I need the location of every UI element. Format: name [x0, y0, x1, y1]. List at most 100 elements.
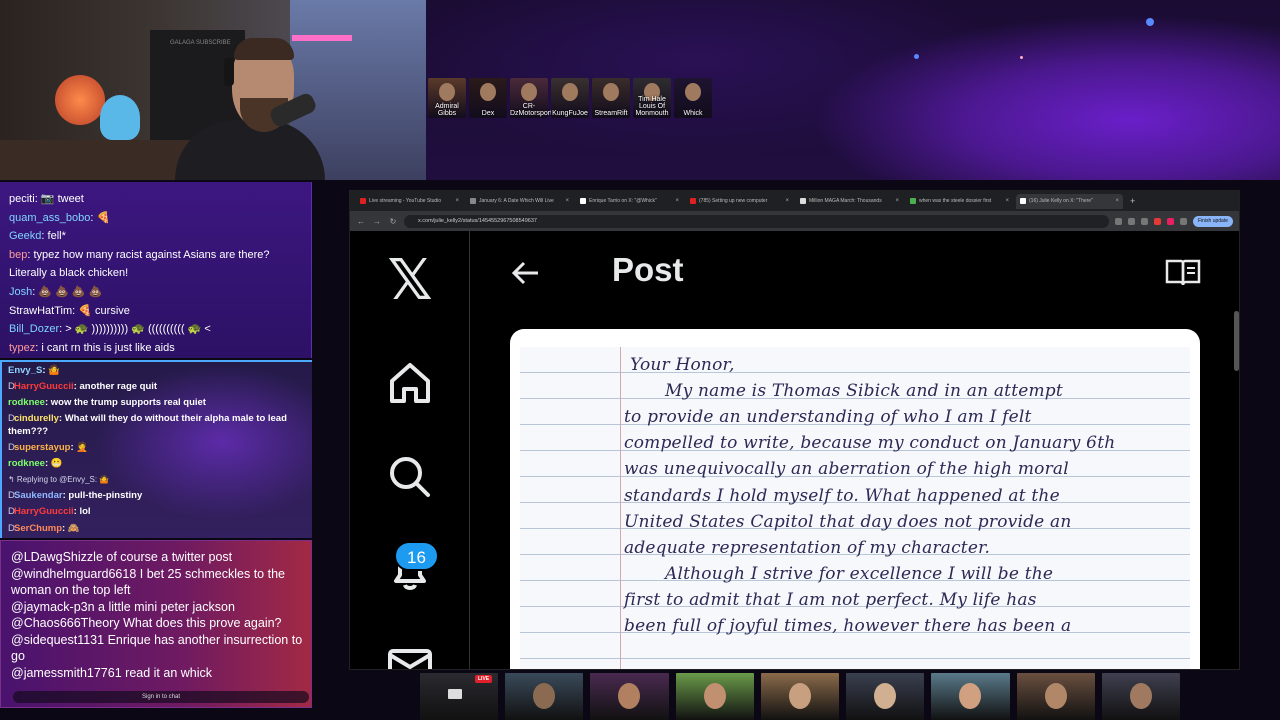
messages-mail-icon[interactable]: [386, 641, 434, 669]
chat-username[interactable]: @jaymack-p3n: [11, 600, 95, 614]
chat-message-text: of course a twitter post: [106, 550, 233, 564]
stream-thumbnail[interactable]: [505, 673, 584, 720]
stream-thumbnail[interactable]: [931, 673, 1010, 720]
stream-thumbnail[interactable]: LIVE: [420, 673, 499, 720]
chat-message: Josh: 💩 💩 💩 💩: [9, 285, 103, 298]
chat-message-text: typez how many racist against Asians are…: [33, 248, 270, 261]
browser-tab[interactable]: Enrique Tarrio on X: "@Whick" ×: [576, 193, 683, 209]
chat-username[interactable]: rodknee: [8, 397, 45, 408]
letter-line: adequate representation of my character.: [624, 537, 991, 558]
post-header: Post: [478, 231, 1239, 321]
reload-icon[interactable]: ↻: [388, 217, 398, 226]
browser-tab[interactable]: January 6: A Date Which Will Live ×: [466, 193, 573, 209]
browser-tab[interactable]: Million MAGA March: Thousands ×: [796, 193, 903, 209]
browser-window: Live streaming - YouTube Studio × January …: [349, 190, 1240, 670]
chat-username[interactable]: @jamessmith17761: [11, 666, 122, 680]
avatar-image: [603, 83, 619, 101]
handwritten-letter: Your Honor, My name is Thomas Sibick and …: [520, 347, 1190, 669]
chat-username[interactable]: @Chaos666Theory: [11, 616, 120, 630]
chat-message-text: read it an whick: [125, 665, 213, 680]
chat-username[interactable]: @windhelmguard6618: [11, 567, 136, 581]
chat-username[interactable]: Envy_S: [8, 365, 42, 376]
avatar-label: Whick: [683, 110, 703, 117]
avatar-label: Admiral Gibbs: [435, 103, 459, 117]
thumbnail-person: [1044, 683, 1067, 709]
stream-thumbnail[interactable]: [675, 673, 754, 720]
stream-thumbnail[interactable]: [1101, 673, 1180, 720]
x-logo-icon[interactable]: 𝕏: [386, 253, 434, 309]
sign-in-to-chat-button[interactable]: Sign in to chat: [13, 691, 309, 703]
chat-username[interactable]: @sidequest1131: [11, 633, 104, 647]
tab-close-icon[interactable]: ×: [675, 198, 679, 204]
chat-message: @sidequest1131 Enrique has another insur…: [11, 632, 303, 665]
chat-username[interactable]: HarryGuuccii: [14, 381, 74, 392]
forward-nav-icon[interactable]: →: [372, 217, 382, 226]
back-arrow-icon[interactable]: [510, 257, 542, 289]
chat-username[interactable]: cindurelly: [14, 413, 59, 424]
avatar-image: [521, 83, 537, 101]
chat-message: DSaukendar: pull-the-pinstiny: [8, 488, 312, 504]
x-sidebar-nav: 𝕏 16: [350, 231, 470, 669]
chat-panel-main: peciti: 📷 tweet quam_ass_bobo: 🍕 Geekd: fe…: [0, 182, 312, 358]
chat-username[interactable]: Geekd: [9, 230, 41, 242]
browser-tab[interactable]: (16) Julie Kelly on X: "There" ×: [1016, 193, 1123, 209]
tab-close-icon[interactable]: ×: [455, 198, 459, 204]
chat-username[interactable]: superstayup: [14, 442, 71, 453]
page-scrollbar[interactable]: [1234, 311, 1239, 371]
chat-username[interactable]: peciti: [9, 193, 35, 205]
tab-close-icon[interactable]: ×: [895, 198, 899, 204]
chat-username[interactable]: SerChump: [14, 523, 62, 534]
chat-username[interactable]: StrawHatTim: [9, 305, 72, 317]
search-icon[interactable]: [386, 453, 434, 501]
thumbnail-monitor-icon: [448, 689, 462, 699]
chat-username[interactable]: Bill_Dozer: [9, 323, 59, 335]
chat-username[interactable]: HarryGuuccii: [14, 506, 74, 517]
extension-icon[interactable]: [1153, 217, 1161, 225]
tab-close-icon[interactable]: ×: [785, 198, 789, 204]
avatar-label: StreamRift: [594, 110, 628, 117]
tab-close-icon[interactable]: ×: [565, 198, 569, 204]
extension-icon[interactable]: [1114, 217, 1122, 225]
home-icon[interactable]: [386, 359, 434, 407]
chat-message-text: i cant rn this is just like aids: [41, 341, 175, 354]
browser-tab[interactable]: when was the steele dossier first ×: [906, 193, 1013, 209]
tab-title: Live streaming - YouTube Studio: [369, 198, 442, 204]
extension-icon[interactable]: [1166, 217, 1174, 225]
tab-close-icon[interactable]: ×: [1005, 198, 1009, 204]
chat-message: typez: i cant rn this is just like aids: [9, 341, 175, 354]
avatar-label: KungFuJoe: [552, 110, 588, 117]
chat-username[interactable]: quam_ass_bobo: [9, 212, 90, 224]
browser-tab[interactable]: Live streaming - YouTube Studio ×: [356, 193, 463, 209]
stream-thumbnail[interactable]: [1016, 673, 1095, 720]
chat-username[interactable]: bep: [9, 249, 27, 261]
bookmark-star-icon[interactable]: [1140, 217, 1148, 225]
tab-close-icon[interactable]: ×: [1115, 198, 1119, 204]
chat-message-text: 💩 💩 💩 💩: [38, 285, 103, 298]
address-bar-input[interactable]: x.com/julie_kelly2/status/14545529675085…: [404, 214, 1109, 228]
chat-panel-youtube: @LDawgShizzle of course a twitter post @w…: [0, 540, 312, 708]
reader-mode-icon[interactable]: [1165, 257, 1201, 287]
letter-line: Although I strive for excellence I will …: [665, 563, 1054, 584]
stream-thumbnail[interactable]: [846, 673, 925, 720]
chat-username[interactable]: rodknee: [8, 458, 45, 469]
chat-username[interactable]: Saukendar: [14, 490, 63, 501]
profile-icon[interactable]: [1179, 217, 1187, 225]
chat-username[interactable]: @LDawgShizzle: [11, 550, 103, 564]
community-avatar: Dex: [469, 78, 507, 118]
zoom-icon[interactable]: [1127, 217, 1135, 225]
finish-update-button[interactable]: Finish update: [1192, 215, 1233, 227]
browser-tab[interactable]: (785) Setting up new computer ×: [686, 193, 793, 209]
tab-title: (16) Julie Kelly on X: "There": [1029, 198, 1093, 204]
stream-thumbnail[interactable]: [760, 673, 840, 720]
avatar-label: Tim Hale Louis Of Monmouth: [635, 96, 669, 117]
chat-message: @windhelmguard6618 I bet 25 schmeckles t…: [11, 566, 303, 599]
stream-thumbnail[interactable]: [590, 673, 669, 720]
back-nav-icon[interactable]: ←: [356, 217, 366, 226]
chat-message-text: What does this prove again?: [123, 616, 282, 630]
new-tab-button[interactable]: +: [1126, 196, 1139, 206]
chat-username[interactable]: Josh: [9, 286, 32, 298]
chat-message-text: 🍕: [96, 211, 111, 224]
tab-title: (785) Setting up new computer: [699, 198, 768, 204]
post-image[interactable]: Your Honor, My name is Thomas Sibick and …: [510, 329, 1200, 669]
chat-username[interactable]: typez: [9, 342, 35, 354]
